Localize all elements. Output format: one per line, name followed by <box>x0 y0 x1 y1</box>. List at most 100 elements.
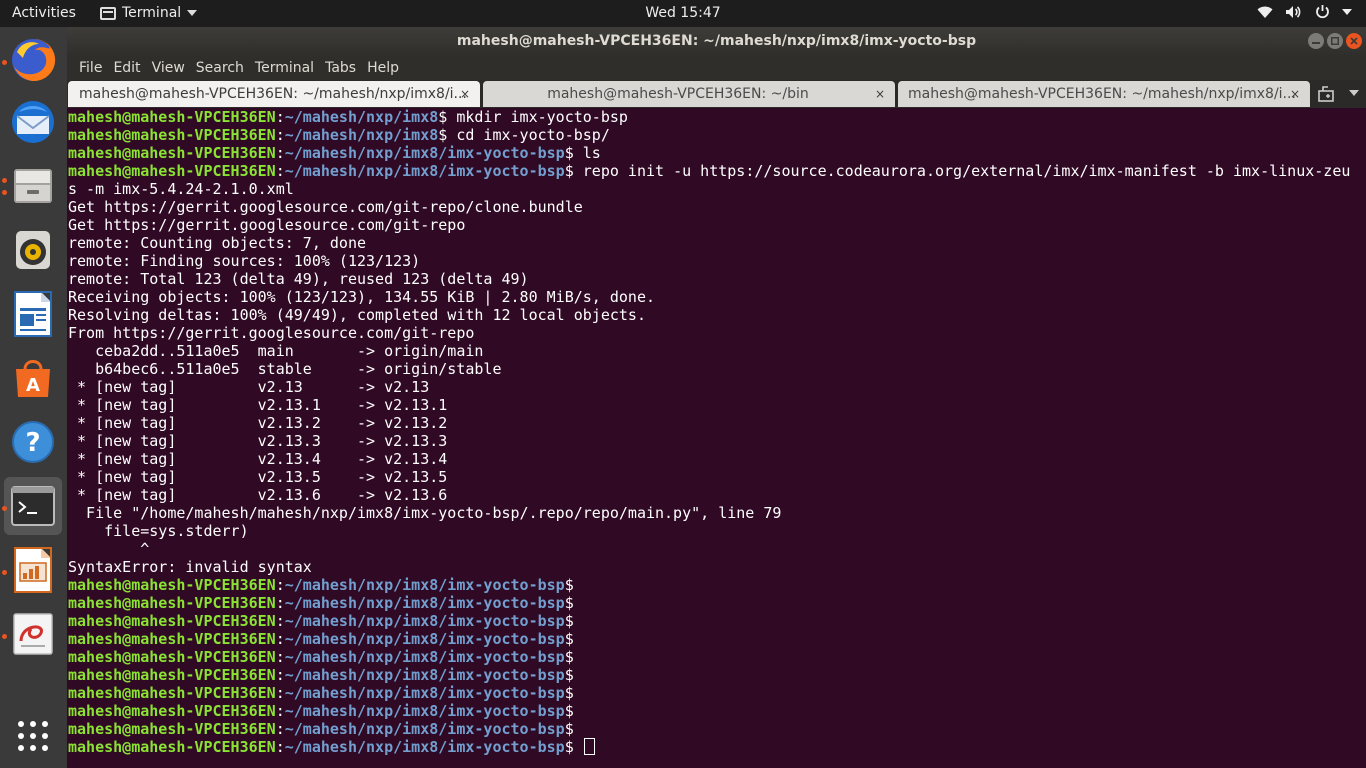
prompt-line: mahesh@mahesh-VPCEH36EN:~/mahesh/nxp/imx… <box>68 576 574 594</box>
output-text: Get https://gerrit.googlesource.com/git-… <box>68 198 583 216</box>
new-tab-icon[interactable] <box>1318 85 1338 103</box>
dock-help[interactable]: ? <box>4 413 62 471</box>
prompt-line: mahesh@mahesh-VPCEH36EN:~/mahesh/nxp/imx… <box>68 612 574 630</box>
dock-firefox[interactable] <box>4 31 62 89</box>
terminal-output[interactable]: mahesh@mahesh-VPCEH36EN:~/mahesh/nxp/imx… <box>67 108 1366 768</box>
menu-edit[interactable]: Edit <box>108 60 145 76</box>
volume-icon[interactable] <box>1285 5 1303 19</box>
top-bar: Activities Terminal Wed 15:47 <box>0 0 1366 27</box>
svg-text:?: ? <box>25 428 40 458</box>
menu-search[interactable]: Search <box>191 60 249 76</box>
tab-close-button[interactable]: × <box>875 81 885 107</box>
output-line: Get https://gerrit.googlesource.com/git-… <box>68 216 1366 234</box>
prompt-path: ~/mahesh/nxp/imx8/imx-yocto-bsp <box>284 738 565 756</box>
output-text: * [new tag] v2.13.3 -> v2.13.3 <box>68 432 448 450</box>
prompt-line: mahesh@mahesh-VPCEH36EN:~/mahesh/nxp/imx… <box>68 630 574 648</box>
libreoffice-writer-icon <box>14 291 52 337</box>
dock: A ? <box>0 27 67 768</box>
output-text: * [new tag] v2.13.6 -> v2.13.6 <box>68 486 448 504</box>
output-line: * [new tag] v2.13.5 -> v2.13.5 <box>68 468 1366 486</box>
menu-help[interactable]: Help <box>362 60 404 76</box>
close-window-button[interactable] <box>1346 33 1362 49</box>
output-line: remote: Total 123 (delta 49), reused 123… <box>68 270 1366 288</box>
output-text: b64bec6..511a0e5 stable -> origin/stable <box>68 360 502 378</box>
output-line: * [new tag] v2.13.6 -> v2.13.6 <box>68 486 1366 504</box>
dock-show-applications[interactable] <box>4 707 62 765</box>
system-tray[interactable] <box>1257 4 1352 19</box>
output-line: ceba2dd..511a0e5 main -> origin/main <box>68 342 1366 360</box>
command-text: mkdir imx-yocto-bsp <box>447 108 628 126</box>
app-menu-label: Terminal <box>122 5 182 21</box>
dock-terminal[interactable] <box>4 477 62 535</box>
output-line: SyntaxError: invalid syntax <box>68 558 1366 576</box>
tab-bin[interactable]: mahesh@mahesh-VPCEH36EN: ~/bin × <box>483 81 895 107</box>
tab-imx-yocto-bsp-1[interactable]: mahesh@mahesh-VPCEH36EN: ~/mahesh/nxp/im… <box>68 81 480 107</box>
tab-close-button[interactable]: × <box>460 81 470 107</box>
dock-files[interactable] <box>4 157 62 215</box>
command-text: ls <box>573 144 601 162</box>
tab-label: mahesh@mahesh-VPCEH36EN: ~/mahesh/nxp/im… <box>79 86 467 102</box>
prompt-user-host: mahesh@mahesh-VPCEH36EN <box>68 738 276 756</box>
prompt-line: mahesh@mahesh-VPCEH36EN:~/mahesh/nxp/imx… <box>68 738 1366 756</box>
dock-rhythmbox[interactable] <box>4 221 62 279</box>
dock-writer[interactable] <box>4 285 62 343</box>
prompt-user-host: mahesh@mahesh-VPCEH36EN <box>68 684 276 702</box>
output-line: ^ <box>68 540 1366 558</box>
caret-down-icon <box>187 10 198 16</box>
prompt-line: mahesh@mahesh-VPCEH36EN:~/mahesh/nxp/imx… <box>68 684 574 702</box>
running-indicator <box>2 190 7 195</box>
prompt-line: mahesh@mahesh-VPCEH36EN:~/mahesh/nxp/imx… <box>68 594 574 612</box>
activities-button[interactable]: Activities <box>12 5 76 21</box>
tab-label: mahesh@mahesh-VPCEH36EN: ~/bin <box>547 86 809 102</box>
app-menu[interactable]: Terminal <box>100 5 198 21</box>
svg-text:A: A <box>26 375 40 396</box>
prompt-user-host: mahesh@mahesh-VPCEH36EN <box>68 162 276 180</box>
thunderbird-icon <box>12 101 54 143</box>
prompt-user-host: mahesh@mahesh-VPCEH36EN <box>68 576 276 594</box>
menu-tabs[interactable]: Tabs <box>320 60 361 76</box>
prompt-path: ~/mahesh/nxp/imx8/imx-yocto-bsp <box>284 666 565 684</box>
tray-caret-down-icon[interactable] <box>1342 8 1352 15</box>
dock-document-viewer[interactable] <box>4 605 62 663</box>
output-text: remote: Counting objects: 7, done <box>68 234 367 252</box>
rhythmbox-icon <box>16 231 50 269</box>
minimize-button[interactable] <box>1308 33 1324 49</box>
terminal-window: mahesh@mahesh-VPCEH36EN: ~/mahesh/nxp/im… <box>67 27 1366 768</box>
menu-file[interactable]: File <box>74 60 107 76</box>
dock-software[interactable]: A <box>4 349 62 407</box>
dock-impress[interactable] <box>4 541 62 599</box>
output-text: ceba2dd..511a0e5 main -> origin/main <box>68 342 484 360</box>
dock-thunderbird[interactable] <box>4 93 62 151</box>
prompt-path: ~/mahesh/nxp/imx8 <box>284 126 439 144</box>
ubuntu-software-icon: A <box>16 360 50 397</box>
output-line: remote: Finding sources: 100% (123/123) <box>68 252 1366 270</box>
window-titlebar[interactable]: mahesh@mahesh-VPCEH36EN: ~/mahesh/nxp/im… <box>67 27 1366 56</box>
output-text: SyntaxError: invalid syntax <box>68 558 312 576</box>
prompt-user-host: mahesh@mahesh-VPCEH36EN <box>68 720 276 738</box>
files-icon <box>14 169 52 203</box>
prompt-line: mahesh@mahesh-VPCEH36EN:~/mahesh/nxp/imx… <box>68 666 574 684</box>
window-title: mahesh@mahesh-VPCEH36EN: ~/mahesh/nxp/im… <box>456 33 977 49</box>
maximize-button[interactable] <box>1327 33 1343 49</box>
menu-terminal[interactable]: Terminal <box>250 60 319 76</box>
clock[interactable]: Wed 15:47 <box>645 5 720 21</box>
tabs-menu-caret-icon[interactable] <box>1347 86 1361 100</box>
prompt-line: mahesh@mahesh-VPCEH36EN:~/mahesh/nxp/imx… <box>68 702 574 720</box>
prompt-user-host: mahesh@mahesh-VPCEH36EN <box>68 144 276 162</box>
prompt-user-host: mahesh@mahesh-VPCEH36EN <box>68 630 276 648</box>
prompt-user-host: mahesh@mahesh-VPCEH36EN <box>68 612 276 630</box>
menu-view[interactable]: View <box>147 60 190 76</box>
power-icon[interactable] <box>1315 4 1330 19</box>
wifi-icon[interactable] <box>1257 5 1273 19</box>
firefox-icon <box>12 38 56 81</box>
output-line: remote: Counting objects: 7, done <box>68 234 1366 252</box>
running-indicator <box>2 178 7 183</box>
prompt-path: ~/mahesh/nxp/imx8/imx-yocto-bsp <box>284 648 565 666</box>
prompt-path: ~/mahesh/nxp/imx8/imx-yocto-bsp <box>284 162 565 180</box>
prompt-path: ~/mahesh/nxp/imx8/imx-yocto-bsp <box>284 576 565 594</box>
prompt-line: mahesh@mahesh-VPCEH36EN:~/mahesh/nxp/imx… <box>68 108 628 126</box>
tab-close-button[interactable]: × <box>1290 81 1300 107</box>
output-line: From https://gerrit.googlesource.com/git… <box>68 324 1366 342</box>
tab-imx-yocto-bsp-2[interactable]: mahesh@mahesh-VPCEH36EN: ~/mahesh/nxp/im… <box>898 81 1310 107</box>
output-line: Receiving objects: 100% (123/123), 134.5… <box>68 288 1366 306</box>
